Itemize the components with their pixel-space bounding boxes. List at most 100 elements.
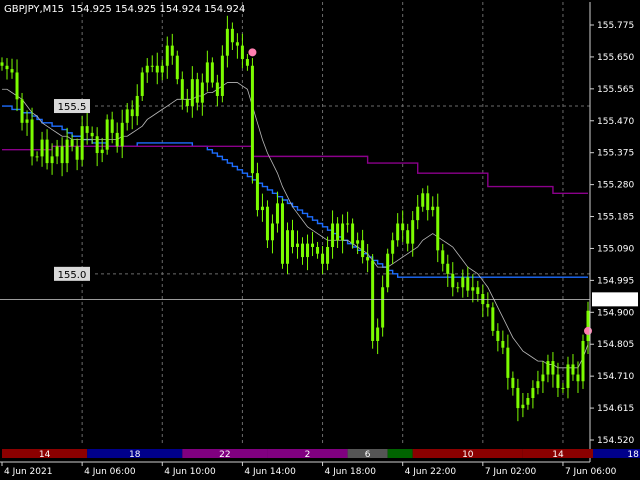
price-axis-label[interactable]: 155.565	[597, 85, 634, 95]
ohlc-values: 154.925 154.925 154.924 154.924	[70, 4, 246, 15]
candle-body	[411, 220, 415, 244]
chart-background	[0, 0, 640, 480]
candle-body	[496, 330, 500, 341]
time-axis-label[interactable]: 4 Jun 14:00	[244, 467, 296, 477]
candle-body	[446, 263, 450, 274]
candle-body	[280, 203, 284, 264]
candle-body	[25, 119, 29, 123]
time-axis-label[interactable]: 4 Jun 10:00	[164, 467, 216, 477]
candle-body	[255, 173, 259, 211]
candle-body	[476, 287, 480, 294]
time-axis-label[interactable]: 4 Jun 22:00	[405, 467, 457, 477]
candle-body	[391, 240, 395, 254]
candle-body	[431, 206, 435, 211]
session-band-label: 18	[627, 450, 639, 460]
candle-body	[35, 156, 39, 158]
candle-body	[200, 82, 204, 103]
time-axis-label[interactable]: 7 Jun 02:00	[485, 467, 537, 477]
candle-body	[371, 260, 375, 341]
candle-body	[235, 42, 239, 46]
candle-body	[531, 387, 535, 399]
candle-body	[85, 126, 89, 133]
candle-body	[346, 223, 350, 225]
chart-window: 155.5 155.0 155.775 155.650 155.565 155.470 1…	[0, 0, 640, 480]
chart-svg: 155.5 155.0 155.775 155.650 155.565 155.470 1…	[0, 0, 640, 480]
price-axis-label[interactable]: 154.995	[597, 276, 634, 286]
candle-body	[486, 304, 490, 308]
session-band-label: 10	[462, 450, 474, 460]
candle-body	[311, 243, 315, 247]
price-axis-label[interactable]: 154.710	[597, 372, 634, 382]
price-axis-label[interactable]: 155.185	[597, 213, 634, 223]
session-band-label: 14	[39, 450, 51, 460]
time-axis-label[interactable]: 4 Jun 18:00	[325, 467, 377, 477]
price-axis-label[interactable]: 155.090	[597, 244, 634, 254]
time-axis-label[interactable]: 4 Jun 2021	[4, 467, 52, 477]
price-axis-label[interactable]: 154.615	[597, 404, 634, 414]
price-axis-label[interactable]: 155.375	[597, 149, 634, 159]
candle-body	[491, 307, 495, 331]
candle-body	[260, 206, 264, 211]
price-axis-label[interactable]: 155.280	[597, 181, 634, 191]
candle-body	[250, 65, 254, 174]
candle-body	[316, 246, 320, 254]
candle-body	[185, 99, 189, 107]
candle-body	[421, 193, 425, 207]
candle-body	[15, 72, 19, 100]
candle-body	[135, 95, 139, 117]
candle-body	[441, 250, 445, 264]
candle-body	[376, 327, 380, 341]
candle-body	[285, 230, 289, 264]
time-axis-label[interactable]: 4 Jun 06:00	[84, 467, 136, 477]
candle-body	[90, 132, 94, 137]
price-axis-label[interactable]: 154.520	[597, 436, 634, 446]
candle-body	[571, 364, 575, 375]
price-axis-label[interactable]: 155.470	[597, 117, 634, 127]
candle-body	[456, 287, 460, 289]
candle-body	[366, 257, 370, 261]
candle-body	[180, 79, 184, 100]
candle-body	[306, 243, 310, 258]
candle-body	[80, 126, 84, 160]
price-axis-label[interactable]: 154.805	[597, 340, 634, 350]
symbol-name: GBPJPY,M15	[4, 4, 65, 15]
candle-body	[75, 146, 79, 160]
candle-body	[245, 59, 249, 66]
candle-body	[586, 310, 590, 341]
candle-body	[165, 45, 169, 66]
candle-body	[215, 82, 219, 96]
candle-body	[115, 132, 119, 147]
candle-body	[0, 62, 4, 66]
candle-body	[225, 28, 229, 56]
candle-body	[275, 203, 279, 224]
candle-body	[45, 139, 49, 164]
candle-body	[461, 277, 465, 288]
candle-body	[416, 206, 420, 221]
candle-body	[536, 381, 540, 388]
level-label-text: 155.0	[58, 270, 87, 281]
candle-body	[150, 65, 154, 67]
candle-body	[95, 136, 99, 154]
candle-body	[155, 65, 159, 73]
candle-body	[551, 361, 555, 375]
candle-body	[406, 230, 410, 244]
session-band-label: 18	[129, 450, 141, 460]
price-axis-label[interactable]: 155.650	[597, 53, 634, 63]
candle-body	[436, 206, 440, 251]
price-tag-text[interactable]: 154.924	[596, 296, 633, 306]
candle-body	[130, 109, 134, 117]
price-axis-label[interactable]: 154.900	[597, 308, 634, 318]
candle-body	[386, 253, 390, 288]
time-axis-label[interactable]: 7 Jun 06:00	[565, 467, 617, 477]
candle-body	[381, 287, 385, 328]
candle-body	[210, 62, 214, 83]
session-band-label: 6	[365, 450, 371, 460]
candle-body	[70, 139, 74, 147]
candle-body	[65, 139, 69, 164]
candle-body	[160, 65, 164, 73]
candle-body	[516, 387, 520, 409]
price-axis-label[interactable]: 155.775	[597, 21, 634, 31]
signal-marker	[248, 48, 257, 57]
candle-body	[556, 374, 560, 388]
candle-body	[301, 243, 305, 258]
